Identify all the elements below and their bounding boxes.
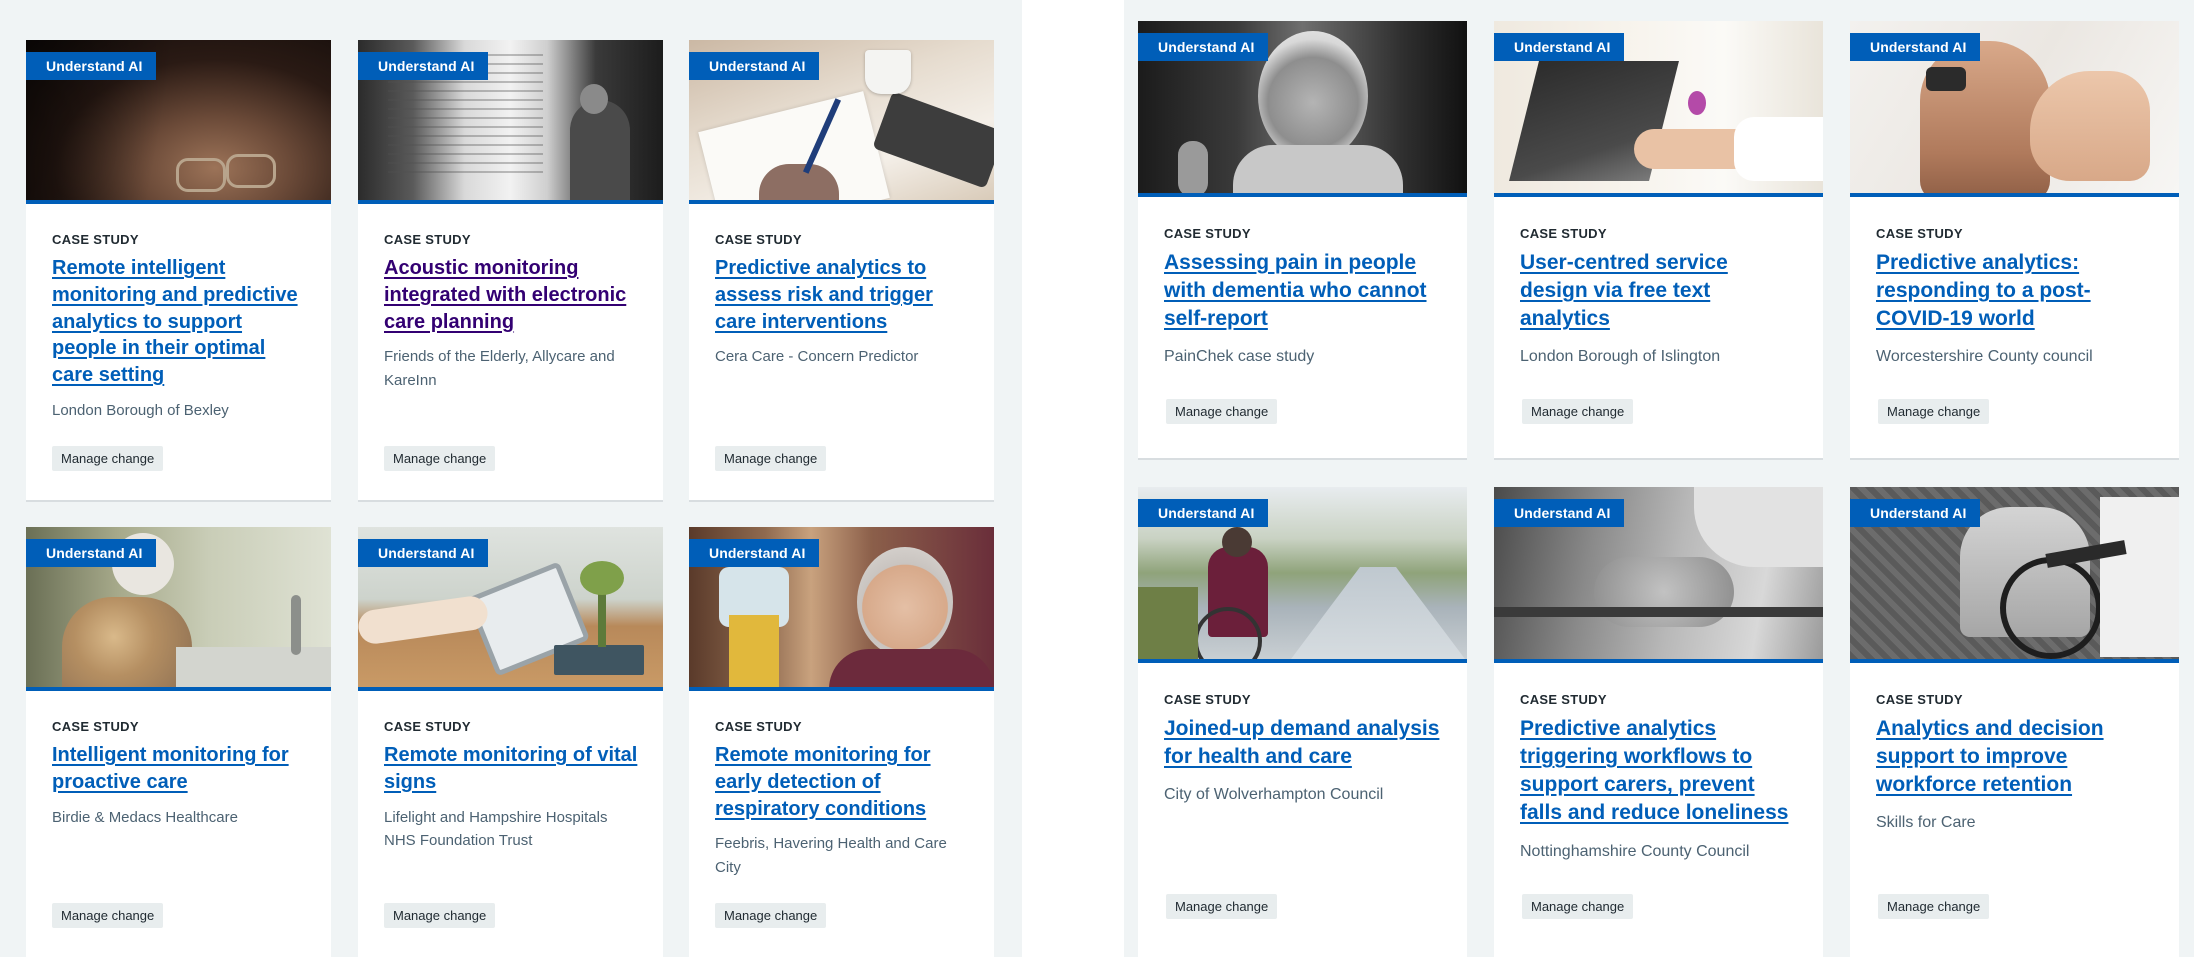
case-study-label: CASE STUDY <box>1520 692 1607 707</box>
card-title-link[interactable]: Assessing pain in people with dementia w… <box>1164 249 1443 333</box>
case-study-label: CASE STUDY <box>715 719 802 734</box>
card-title-link[interactable]: Joined-up demand analysis for health and… <box>1164 715 1443 771</box>
case-study-card: Understand AI CASE STUDY Remote monitori… <box>358 527 663 957</box>
case-study-card: Understand AI CASE STUDY Predictive anal… <box>1850 21 2179 458</box>
card-title-link[interactable]: Intelligent monitoring for proactive car… <box>52 742 307 796</box>
card-image: Understand AI <box>1850 21 2179 197</box>
manage-change-badge[interactable]: Manage change <box>715 903 827 928</box>
card-organisation: Friends of the Elderly, Allycare and Kar… <box>384 348 615 389</box>
understand-ai-tag: Understand AI <box>1850 499 1981 527</box>
manage-change-badge[interactable]: Manage change <box>384 903 496 928</box>
case-study-card: Understand AI CASE STUDY Remote intellig… <box>26 40 331 500</box>
case-study-card: Understand AI CASE STUDY Remote monitori… <box>689 527 994 957</box>
understand-ai-tag: Understand AI <box>689 539 820 567</box>
left-card-grid: Understand AI CASE STUDY Remote intellig… <box>0 0 1022 957</box>
card-image: Understand AI <box>1494 487 1823 663</box>
card-organisation: Worcestershire County council <box>1876 348 2093 366</box>
card-title-link[interactable]: Acoustic monitoring integrated with elec… <box>384 255 639 335</box>
card-image: Understand AI <box>1494 21 1823 197</box>
case-study-card: Understand AI CASE STUDY Analytics and d… <box>1850 487 2179 957</box>
case-study-label: CASE STUDY <box>384 232 471 247</box>
understand-ai-tag: Understand AI <box>1494 33 1625 61</box>
manage-change-badge[interactable]: Manage change <box>384 446 496 471</box>
card-image: Understand AI <box>358 527 663 691</box>
case-study-label: CASE STUDY <box>52 232 139 247</box>
card-image: Understand AI <box>1138 487 1467 663</box>
case-study-label: CASE STUDY <box>1164 692 1251 707</box>
card-image: Understand AI <box>1850 487 2179 663</box>
understand-ai-tag: Understand AI <box>1138 499 1269 527</box>
understand-ai-tag: Understand AI <box>689 52 820 80</box>
card-organisation: City of Wolverhampton Council <box>1164 786 1384 804</box>
understand-ai-tag: Understand AI <box>1138 33 1269 61</box>
case-study-label: CASE STUDY <box>1520 226 1607 241</box>
card-organisation: Cera Care - Concern Predictor <box>715 348 919 366</box>
case-study-card: Understand AI CASE STUDY Joined-up deman… <box>1138 487 1467 957</box>
case-study-card: Understand AI CASE STUDY Predictive anal… <box>689 40 994 500</box>
card-title-link[interactable]: Analytics and decision support to improv… <box>1876 715 2155 799</box>
card-image: Understand AI <box>689 40 994 204</box>
card-title-link[interactable]: User-centred service design via free tex… <box>1520 249 1799 333</box>
understand-ai-tag: Understand AI <box>26 539 157 567</box>
case-study-card: Understand AI CASE STUDY User-centred se… <box>1494 21 1823 458</box>
case-study-label: CASE STUDY <box>1164 226 1251 241</box>
card-organisation: Lifelight and Hampshire Hospitals NHS Fo… <box>384 808 608 849</box>
card-image: Understand AI <box>26 527 331 691</box>
card-organisation: London Borough of Bexley <box>52 401 229 419</box>
manage-change-badge[interactable]: Manage change <box>1878 399 1990 424</box>
understand-ai-tag: Understand AI <box>358 52 489 80</box>
case-study-label: CASE STUDY <box>1876 692 1963 707</box>
case-study-label: CASE STUDY <box>52 719 139 734</box>
understand-ai-tag: Understand AI <box>1494 499 1625 527</box>
card-organisation: Feebris, Havering Health and Care City <box>715 835 947 876</box>
card-title-link[interactable]: Predictive analytics to assess risk and … <box>715 255 970 335</box>
case-study-label: CASE STUDY <box>715 232 802 247</box>
card-organisation: London Borough of Islington <box>1520 348 1721 366</box>
manage-change-badge[interactable]: Manage change <box>1522 399 1634 424</box>
card-title-link[interactable]: Remote monitoring of vital signs <box>384 742 639 796</box>
card-image: Understand AI <box>26 40 331 204</box>
manage-change-badge[interactable]: Manage change <box>52 903 164 928</box>
manage-change-badge[interactable]: Manage change <box>1878 894 1990 919</box>
case-study-card: Understand AI CASE STUDY Predictive anal… <box>1494 487 1823 957</box>
card-image: Understand AI <box>1138 21 1467 197</box>
manage-change-badge[interactable]: Manage change <box>1166 399 1278 424</box>
manage-change-badge[interactable]: Manage change <box>1522 894 1634 919</box>
case-study-label: CASE STUDY <box>1876 226 1963 241</box>
understand-ai-tag: Understand AI <box>358 539 489 567</box>
card-title-link[interactable]: Predictive analytics: responding to a po… <box>1876 249 2155 333</box>
card-image: Understand AI <box>689 527 994 691</box>
card-organisation: PainChek case study <box>1164 348 1315 366</box>
card-title-link[interactable]: Predictive analytics triggering workflow… <box>1520 715 1799 828</box>
card-organisation: Birdie & Medacs Healthcare <box>52 808 238 826</box>
card-title-link[interactable]: Remote monitoring for early detection of… <box>715 742 970 822</box>
card-organisation: Skills for Care <box>1876 814 1976 832</box>
right-card-grid: Understand AI CASE STUDY Assessing pain … <box>1124 0 2194 957</box>
manage-change-badge[interactable]: Manage change <box>1166 894 1278 919</box>
card-organisation: Nottinghamshire County Council <box>1520 842 1750 860</box>
manage-change-badge[interactable]: Manage change <box>52 446 164 471</box>
case-study-card: Understand AI CASE STUDY Assessing pain … <box>1138 21 1467 458</box>
understand-ai-tag: Understand AI <box>26 52 157 80</box>
card-image: Understand AI <box>358 40 663 204</box>
case-study-card: Understand AI CASE STUDY Acoustic monito… <box>358 40 663 500</box>
case-study-label: CASE STUDY <box>384 719 471 734</box>
understand-ai-tag: Understand AI <box>1850 33 1981 61</box>
card-title-link[interactable]: Remote intelligent monitoring and predic… <box>52 255 307 389</box>
case-study-card: Understand AI CASE STUDY Intelligent mon… <box>26 527 331 957</box>
manage-change-badge[interactable]: Manage change <box>715 446 827 471</box>
